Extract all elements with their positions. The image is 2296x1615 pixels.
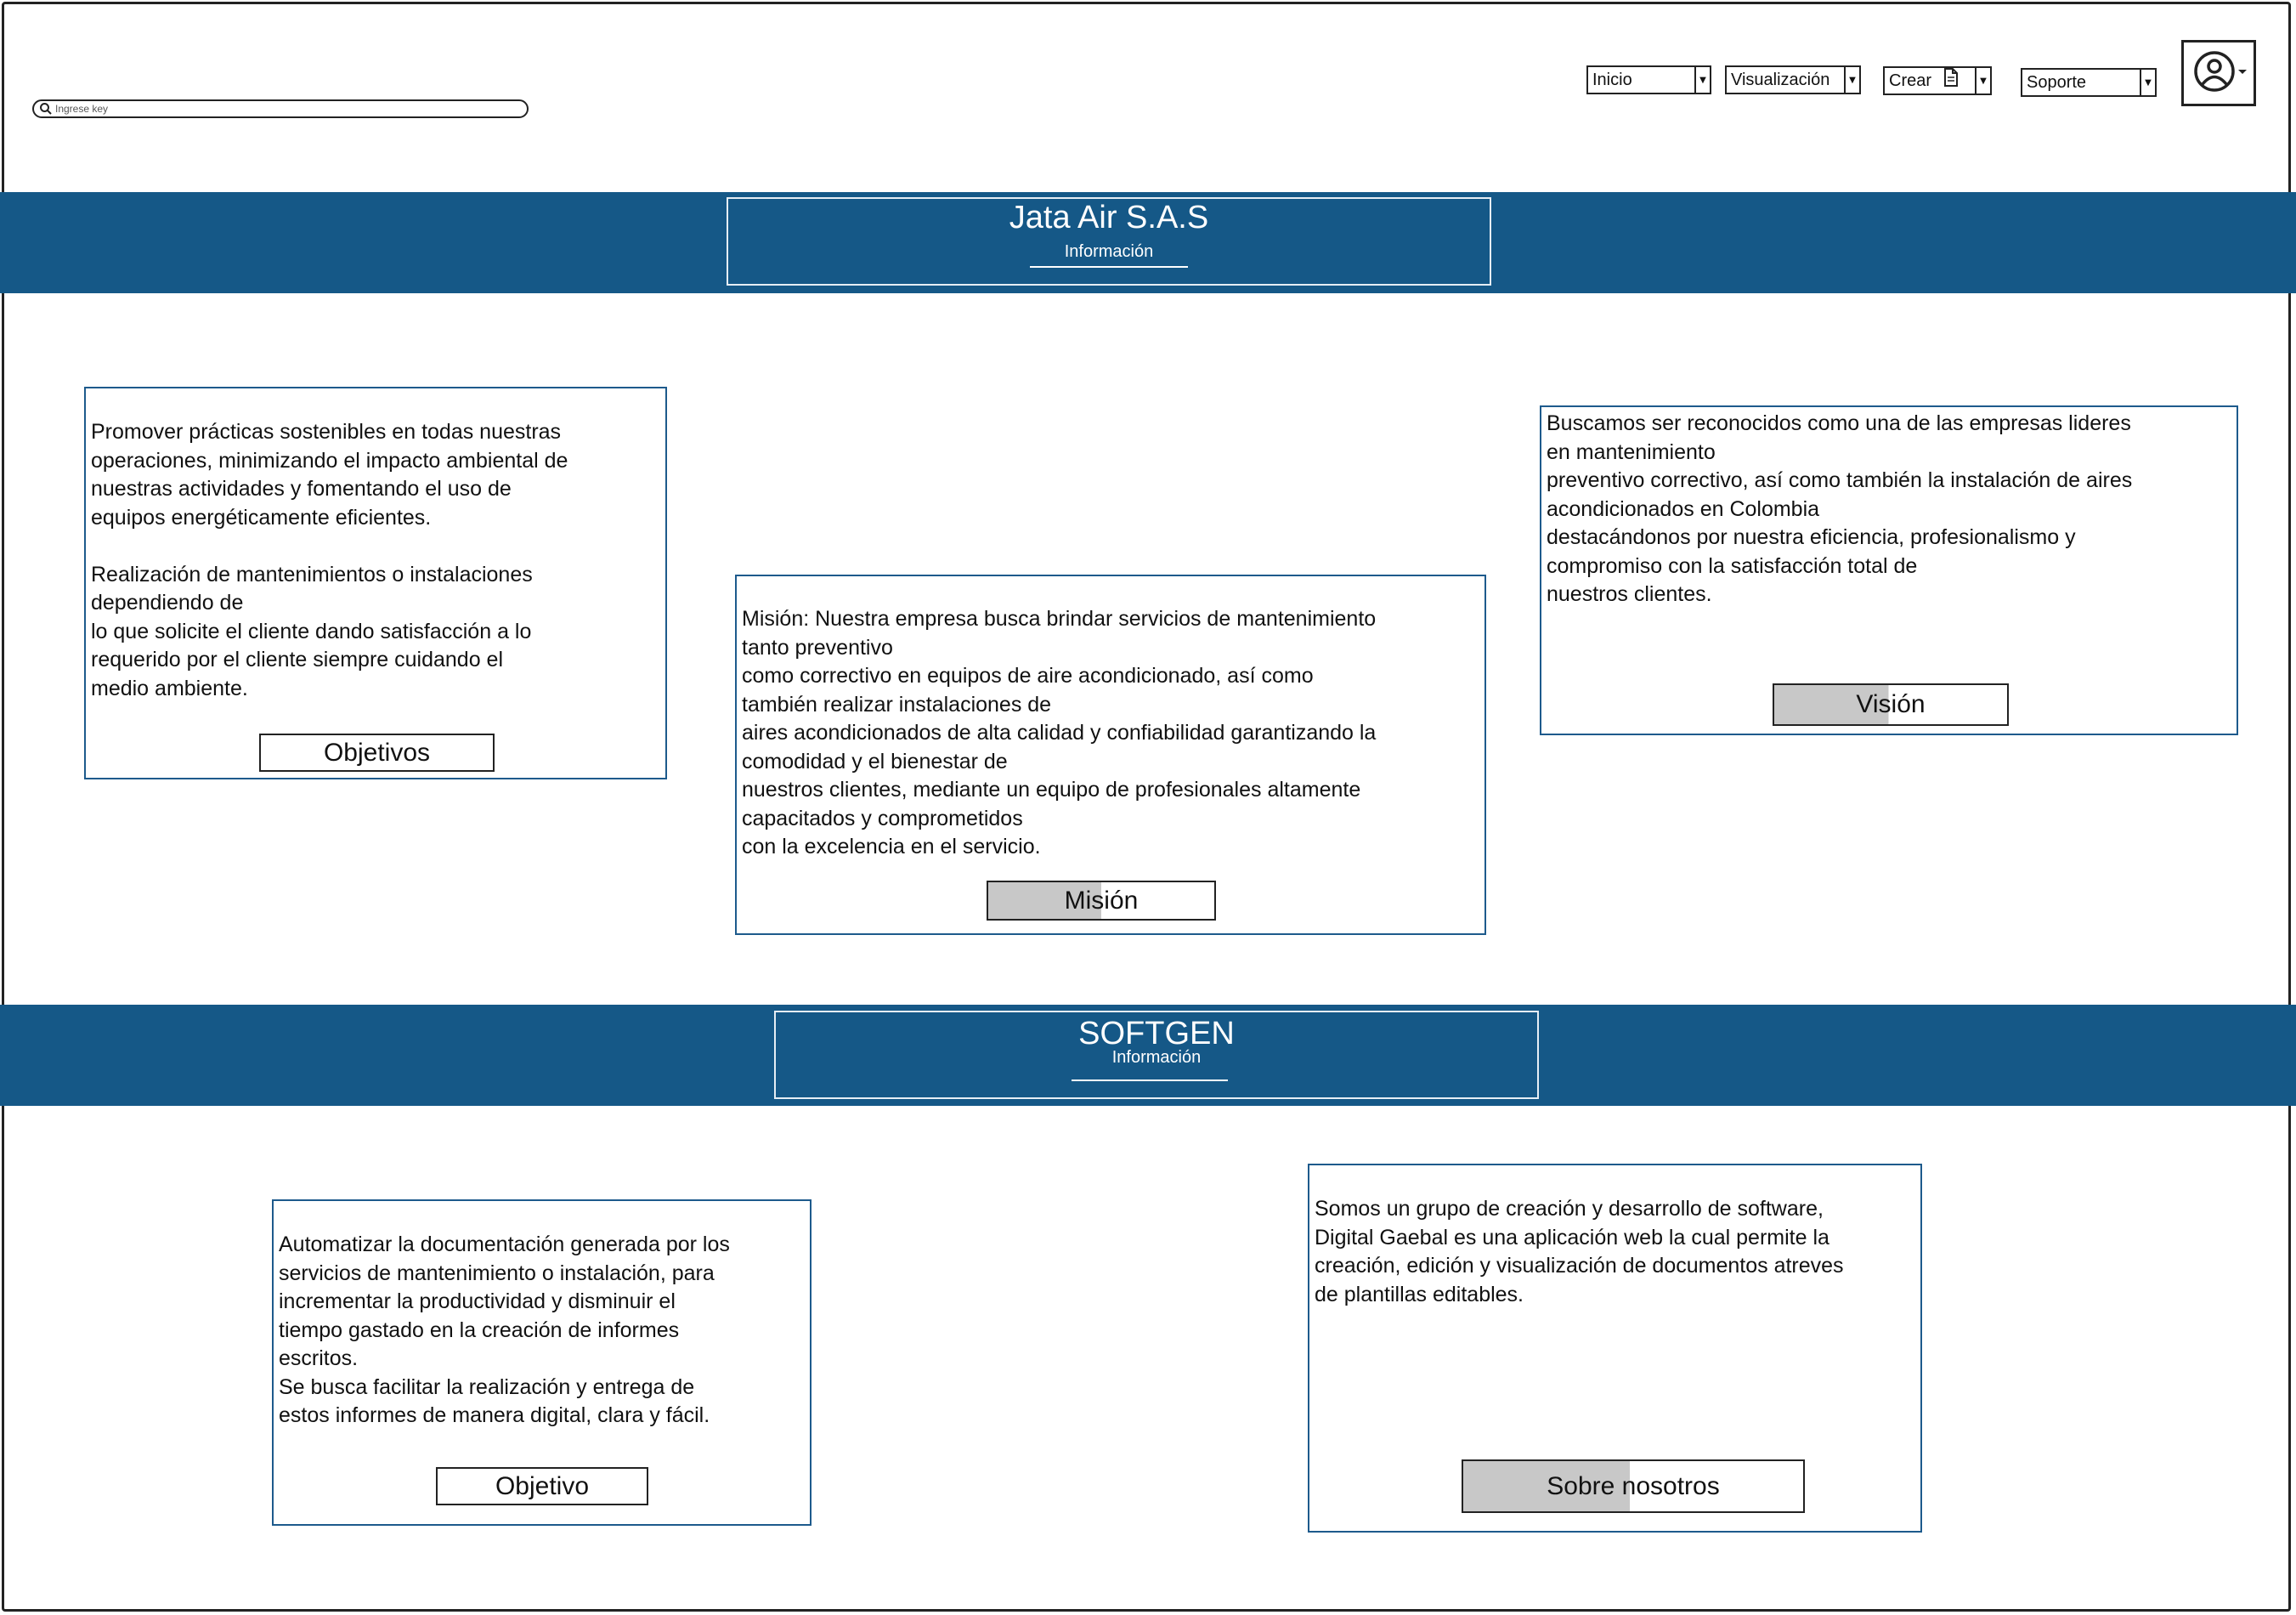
mision-card: Misión: Nuestra empresa busca brindar se… xyxy=(735,575,1486,935)
vision-text: Buscamos ser reconocidos como una de las… xyxy=(1547,411,2133,606)
search-icon xyxy=(39,102,53,116)
user-menu-button[interactable] xyxy=(2181,40,2256,106)
company-title: Jata Air S.A.S xyxy=(1009,200,1209,235)
softgen-objetivo-text: Automatizar la documentación generada po… xyxy=(279,1232,730,1427)
vision-button[interactable]: Visión xyxy=(1773,683,2009,726)
objetivos-button[interactable]: Objetivos xyxy=(259,734,495,772)
user-icon xyxy=(2189,46,2248,100)
chevron-down-icon[interactable]: ▼ xyxy=(1844,67,1859,93)
visualizacion-dropdown[interactable]: Visualización ▼ xyxy=(1725,65,1861,94)
chevron-down-icon[interactable]: ▼ xyxy=(2140,70,2155,95)
crear-text: Crear xyxy=(1889,71,1932,90)
subtitle-underline xyxy=(1030,266,1188,268)
company-subtitle[interactable]: Información xyxy=(728,242,1490,262)
chevron-down-icon[interactable]: ▼ xyxy=(1975,68,1990,94)
softgen-subtitle[interactable]: Información xyxy=(776,1048,1537,1068)
softgen-title: SOFTGEN xyxy=(1078,1016,1235,1051)
objetivos-card: Promover prácticas sostenibles en todas … xyxy=(84,387,667,779)
vision-card: Buscamos ser reconocidos como una de las… xyxy=(1540,405,2238,735)
subtitle-underline xyxy=(1072,1080,1228,1081)
chevron-down-icon[interactable]: ▼ xyxy=(1694,67,1710,93)
soporte-dropdown[interactable]: Soporte ▼ xyxy=(2021,68,2157,97)
sobre-nosotros-card: Somos un grupo de creación y desarrollo … xyxy=(1308,1164,1922,1533)
search-input[interactable]: Ingrese key xyxy=(32,99,529,118)
company-banner-box: Jata Air S.A.S Información xyxy=(727,197,1491,286)
visualizacion-label: Visualización xyxy=(1731,71,1830,89)
sobre-nosotros-text: Somos un grupo de creación y desarrollo … xyxy=(1315,1197,1844,1306)
softgen-objetivo-card: Automatizar la documentación generada po… xyxy=(272,1199,812,1526)
crear-label: Crear xyxy=(1885,68,1975,94)
softgen-banner-box: SOFTGEN Información xyxy=(774,1011,1539,1099)
inicio-dropdown[interactable]: Inicio ▼ xyxy=(1586,65,1711,94)
objetivos-text: Promover prácticas sostenibles en todas … xyxy=(91,420,568,700)
document-icon xyxy=(1943,68,1959,94)
sobre-nosotros-button[interactable]: Sobre nosotros xyxy=(1462,1459,1805,1513)
mision-button[interactable]: Misión xyxy=(987,881,1216,921)
crear-dropdown[interactable]: Crear ▼ xyxy=(1883,66,1992,95)
search-placeholder: Ingrese key xyxy=(55,103,109,115)
soporte-label: Soporte xyxy=(2027,73,2087,92)
softgen-objetivo-button[interactable]: Objetivo xyxy=(436,1467,648,1505)
mision-text: Misión: Nuestra empresa busca brindar se… xyxy=(742,607,1377,858)
inicio-label: Inicio xyxy=(1592,71,1632,89)
